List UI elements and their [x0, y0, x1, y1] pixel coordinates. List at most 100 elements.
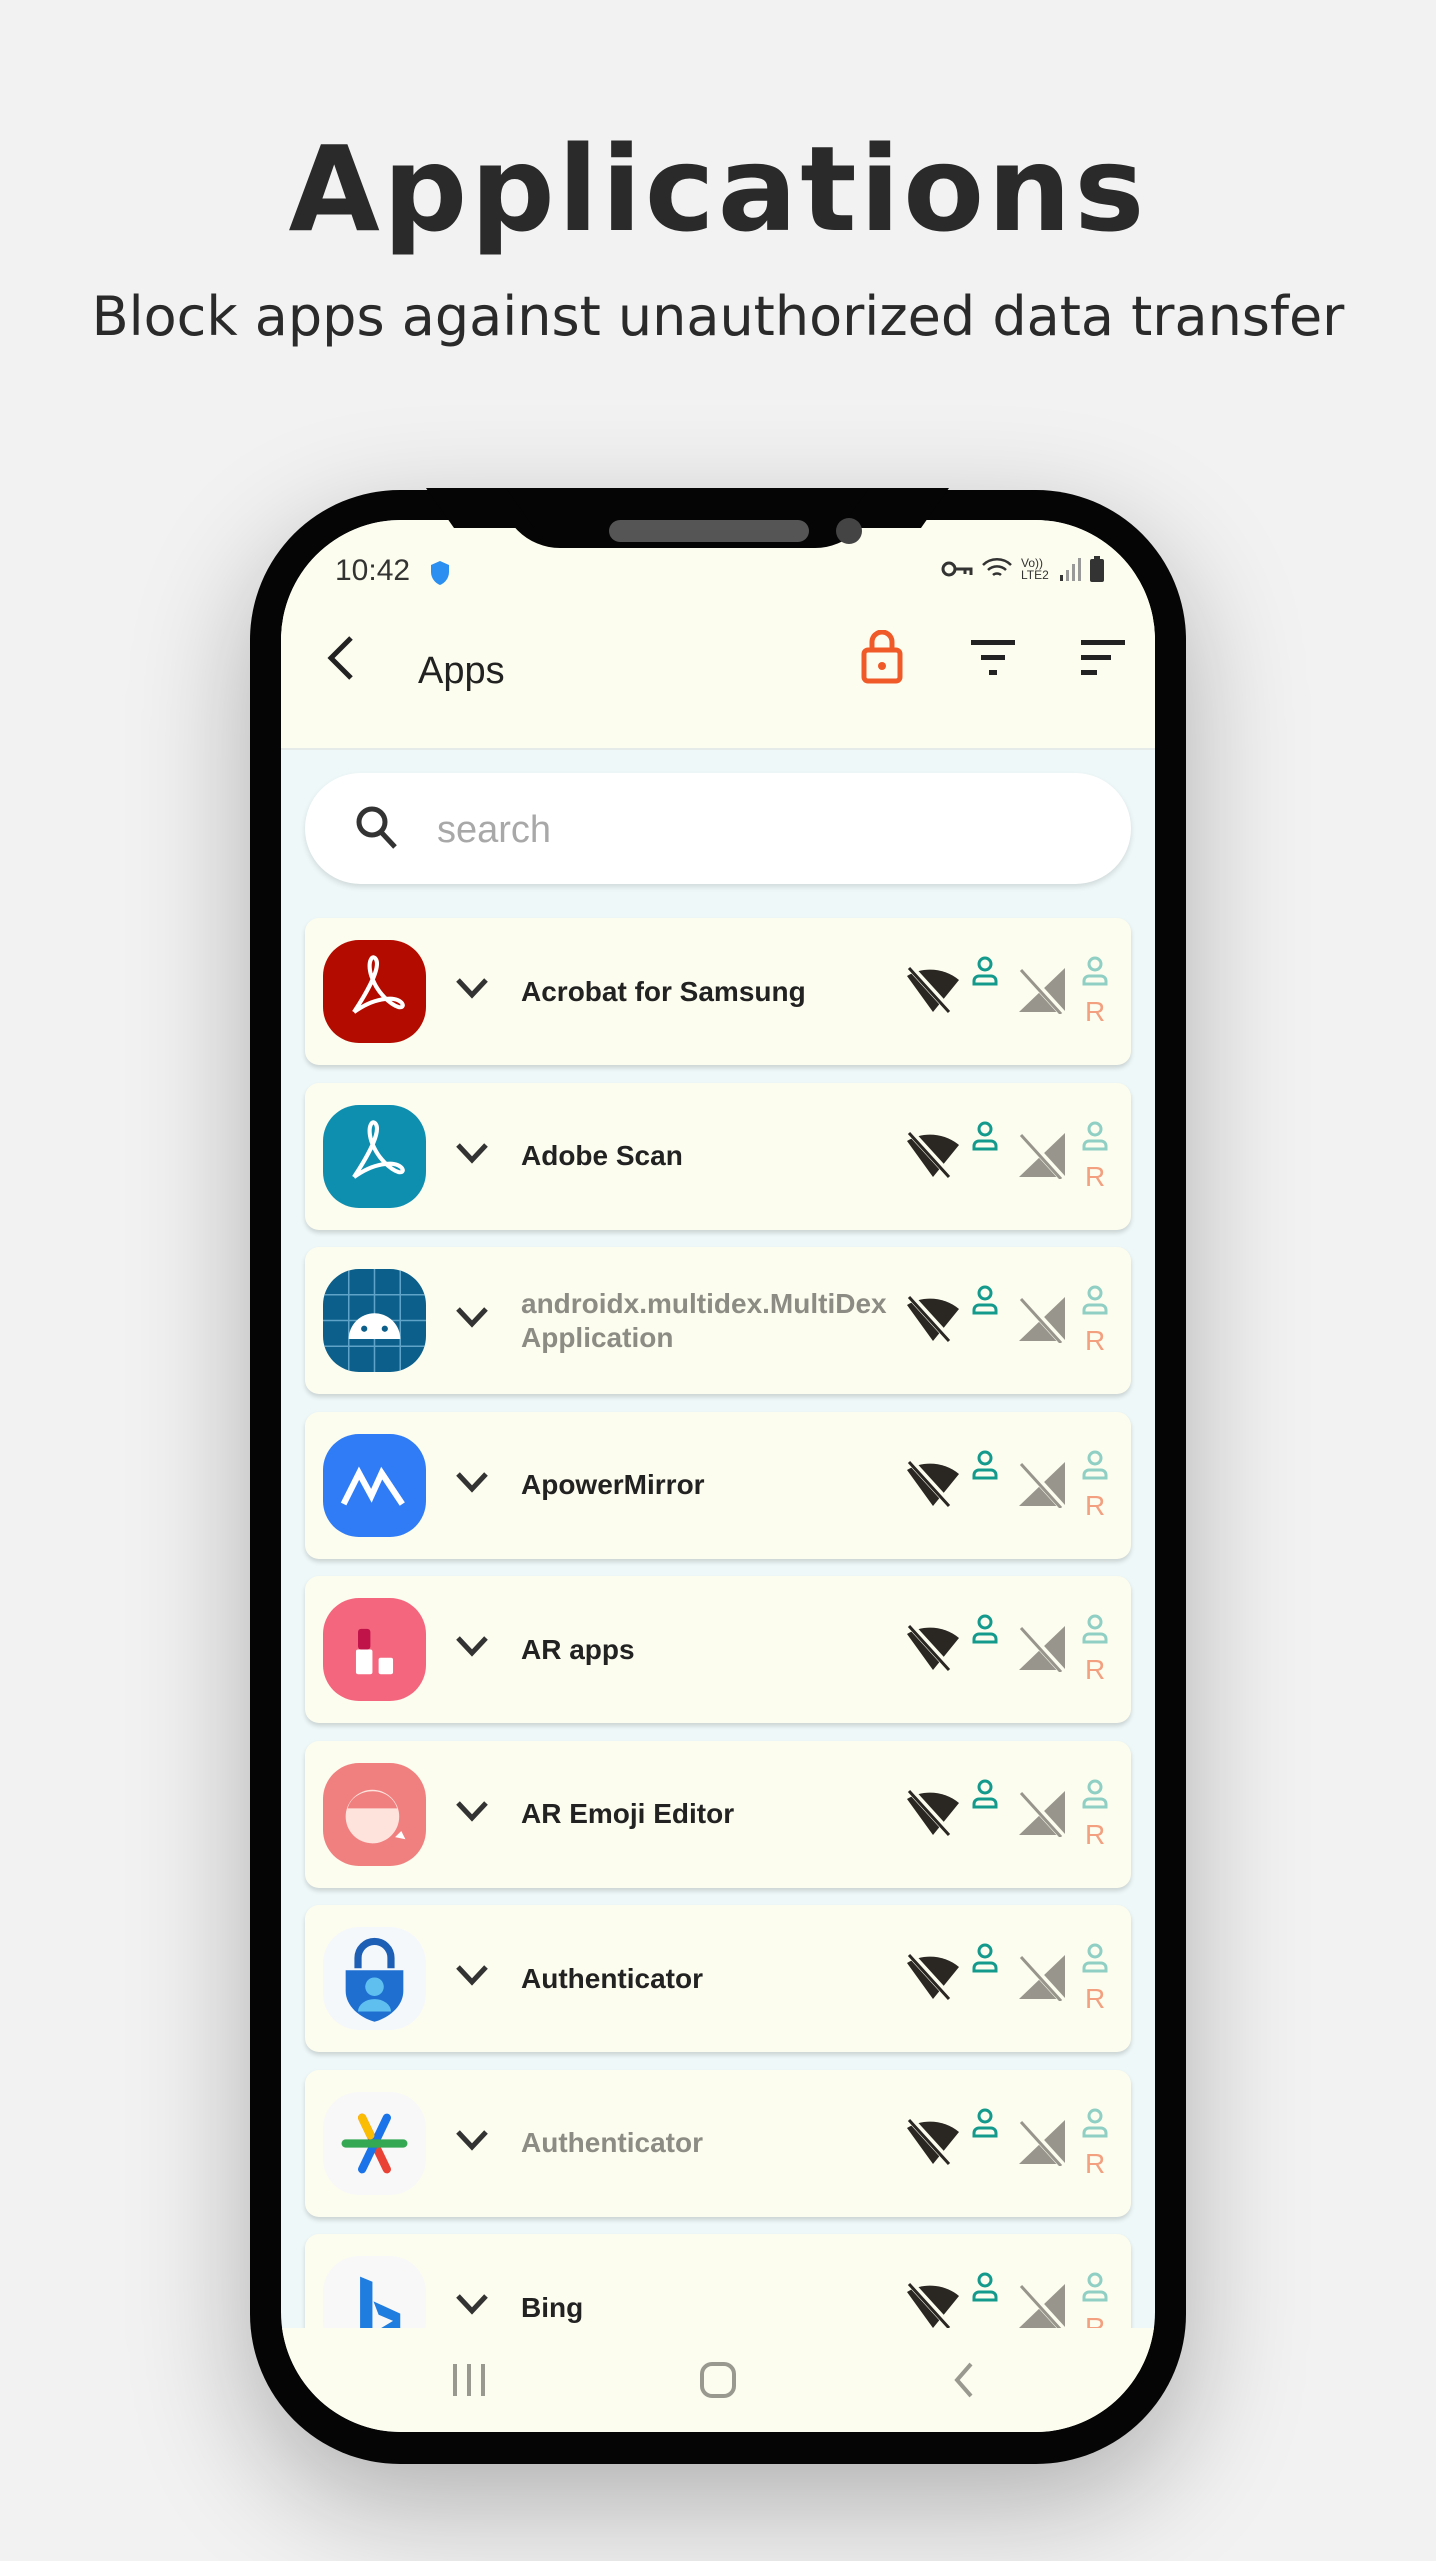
user-active-icon[interactable]	[971, 1285, 999, 1315]
lock-button[interactable]	[861, 630, 903, 684]
user-active-icon[interactable]	[971, 1450, 999, 1480]
expand-chevron-icon[interactable]	[455, 1141, 489, 1165]
mobile-data-blocked-toggle[interactable]	[1017, 1460, 1069, 1508]
app-row[interactable]: Adobe Scan R	[305, 1082, 1131, 1230]
wifi-blocked-toggle[interactable]	[905, 2282, 961, 2330]
roaming-label: R	[1085, 1160, 1106, 1192]
wifi-blocked-toggle[interactable]	[905, 1295, 961, 1343]
user-dim-icon[interactable]	[1081, 956, 1109, 986]
search-icon	[356, 806, 397, 849]
expand-chevron-icon[interactable]	[455, 2292, 489, 2316]
user-active-icon[interactable]	[971, 1614, 999, 1644]
roaming-label: R	[1085, 996, 1106, 1027]
wifi-blocked-toggle[interactable]	[905, 1788, 961, 1837]
app-row[interactable]: ApowerMirror R	[305, 1411, 1131, 1559]
roaming-label: R	[1085, 1489, 1106, 1521]
battery-icon	[1090, 556, 1104, 582]
user-dim-icon[interactable]	[1081, 2108, 1109, 2138]
acrobat-icon	[323, 940, 426, 1043]
app-name: androidx.multidex.MultiDexApplication	[521, 1287, 887, 1353]
app-row[interactable]: AR Emoji Editor R	[305, 1740, 1131, 1888]
hero-title: Applications	[288, 120, 1148, 258]
search-input[interactable]	[435, 799, 1089, 861]
mobile-data-blocked-toggle[interactable]	[1017, 2118, 1069, 2166]
expand-chevron-icon[interactable]	[455, 976, 489, 1000]
adobe-scan-icon	[323, 1104, 426, 1208]
mobile-data-blocked-toggle[interactable]	[1017, 1295, 1069, 1343]
roaming-label: R	[1085, 1654, 1106, 1685]
apowermirror-icon	[323, 1433, 426, 1537]
mobile-data-blocked-toggle[interactable]	[1017, 1789, 1069, 1837]
mobile-data-blocked-toggle[interactable]	[1017, 1131, 1069, 1179]
wifi-blocked-toggle[interactable]	[905, 966, 961, 1014]
page-title: Apps	[418, 650, 505, 692]
filter-button[interactable]	[971, 638, 1015, 678]
mobile-data-blocked-toggle[interactable]	[1017, 1624, 1069, 1672]
app-name: Authenticator	[521, 2127, 703, 2158]
mobile-data-blocked-toggle[interactable]	[1017, 966, 1069, 1014]
app-row[interactable]: Authenticator R	[305, 1905, 1131, 2052]
status-icons: Vo)) LTE2	[941, 556, 1105, 582]
wifi-blocked-toggle[interactable]	[905, 1459, 961, 1508]
app-header: 10:42 Vo)) LTE2 Apps	[281, 520, 1155, 750]
user-active-icon[interactable]	[971, 1779, 999, 1809]
expand-chevron-icon[interactable]	[455, 2128, 489, 2152]
user-dim-icon[interactable]	[1081, 1121, 1109, 1151]
expand-chevron-icon[interactable]	[455, 1963, 489, 1987]
roaming-label: R	[1085, 1325, 1106, 1356]
user-dim-icon[interactable]	[1081, 1614, 1109, 1644]
expand-chevron-icon[interactable]	[455, 1470, 489, 1494]
wifi-blocked-toggle[interactable]	[905, 2117, 961, 2166]
status-time: 10:42	[335, 554, 411, 587]
mobile-data-blocked-toggle[interactable]	[1017, 1953, 1069, 2001]
google-authenticator-icon	[323, 2091, 426, 2195]
back-button[interactable]	[321, 630, 361, 686]
search-bar[interactable]	[305, 773, 1131, 884]
wifi-blocked-toggle[interactable]	[905, 1953, 961, 2001]
microsoft-authenticator-icon	[323, 1927, 426, 2030]
signal-icon	[1060, 558, 1081, 581]
user-active-icon[interactable]	[971, 1943, 999, 1973]
mobile-data-blocked-toggle[interactable]	[1017, 2282, 1069, 2330]
phone-screen: 10:42 Vo)) LTE2 Apps Acrobat for Samsung	[281, 520, 1155, 2432]
wifi-blocked-toggle[interactable]	[905, 1130, 961, 1179]
user-active-icon[interactable]	[971, 2272, 999, 2302]
android-icon	[323, 1269, 426, 1372]
app-name: ApowerMirror	[521, 1469, 705, 1500]
user-dim-icon[interactable]	[1081, 1779, 1109, 1809]
roaming-label: R	[1085, 1818, 1106, 1850]
app-name: AR apps	[521, 1633, 635, 1665]
user-dim-icon[interactable]	[1081, 1285, 1109, 1315]
user-active-icon[interactable]	[971, 1121, 999, 1151]
user-active-icon[interactable]	[971, 956, 999, 986]
app-name: Adobe Scan	[521, 1140, 683, 1171]
hero-subtitle: Block apps against unauthorized data tra…	[91, 285, 1345, 348]
app-name: Acrobat for Samsung	[521, 975, 806, 1007]
network-label: Vo)) LTE2	[1021, 556, 1049, 582]
roaming-label: R	[1085, 1983, 1106, 2014]
expand-chevron-icon[interactable]	[455, 1799, 489, 1823]
home-button[interactable]	[698, 2360, 738, 2400]
sort-button[interactable]	[1081, 638, 1125, 678]
app-name: Authenticator	[521, 1962, 703, 1994]
phone-speaker	[609, 520, 809, 542]
vpn-key-icon	[941, 561, 973, 577]
user-active-icon[interactable]	[971, 2108, 999, 2138]
app-row[interactable]: Authenticator R	[305, 2069, 1131, 2217]
recent-apps-button[interactable]	[449, 2360, 489, 2400]
user-dim-icon[interactable]	[1081, 1450, 1109, 1480]
user-dim-icon[interactable]	[1081, 2272, 1109, 2302]
nav-back-button[interactable]	[949, 2360, 979, 2400]
ar-emoji-icon	[323, 1762, 426, 1866]
roaming-label: R	[1085, 2147, 1106, 2179]
phone-frame: 10:42 Vo)) LTE2 Apps Acrobat for Samsung	[250, 488, 1186, 2464]
vpn-shield-icon	[431, 561, 449, 585]
expand-chevron-icon[interactable]	[455, 1634, 489, 1658]
app-row[interactable]: androidx.multidex.MultiDexApplication R	[305, 1247, 1131, 1394]
phone-camera	[836, 518, 862, 544]
app-row[interactable]: Acrobat for Samsung R	[305, 918, 1131, 1065]
expand-chevron-icon[interactable]	[455, 1305, 489, 1329]
wifi-blocked-toggle[interactable]	[905, 1624, 961, 1672]
user-dim-icon[interactable]	[1081, 1943, 1109, 1973]
app-row[interactable]: AR apps R	[305, 1576, 1131, 1723]
